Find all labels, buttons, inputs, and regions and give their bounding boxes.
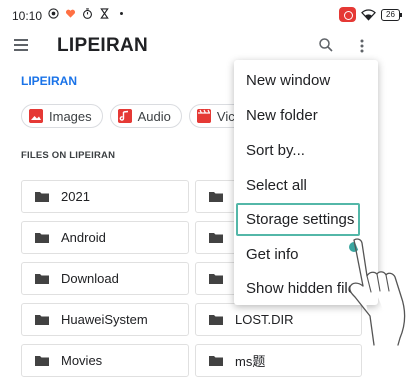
chip-images[interactable]: Images <box>21 104 103 128</box>
folder-icon <box>35 356 49 366</box>
folder-icon <box>35 233 49 243</box>
timer-icon <box>83 8 92 19</box>
folder-icon <box>35 274 49 284</box>
app-bar: LIPEIRAN <box>0 30 412 64</box>
heart-icon <box>65 9 76 18</box>
pointing-hand-icon <box>349 238 406 346</box>
image-icon <box>29 109 43 123</box>
menu-item-get-info[interactable]: Get info <box>246 246 299 263</box>
folder-item[interactable]: HuaweiSystem <box>21 303 189 336</box>
folder-name: 2021 <box>61 189 90 204</box>
folder-icon <box>209 274 223 284</box>
folder-icon <box>209 356 223 366</box>
battery-indicator: 26 <box>381 8 402 21</box>
folder-item[interactable]: Android <box>21 221 189 254</box>
folder-name: ms题 <box>235 354 266 369</box>
chip-label: Audio <box>137 108 171 124</box>
status-icons-right: 26 <box>339 7 402 22</box>
folder-name: Android <box>61 230 106 245</box>
dot-icon <box>120 12 123 15</box>
camera-icon <box>48 8 59 19</box>
chip-label: Vic <box>216 108 235 124</box>
folder-icon <box>35 192 49 202</box>
chip-audio[interactable]: Audio <box>109 104 182 128</box>
hourglass-icon <box>100 8 109 19</box>
audio-icon <box>117 109 132 123</box>
folder-item[interactable]: Download <box>21 262 189 295</box>
menu-item-select-all[interactable]: Select all <box>246 177 307 194</box>
folder-icon <box>209 315 223 325</box>
breadcrumb[interactable]: LIPEIRAN <box>21 74 77 88</box>
search-icon[interactable] <box>318 37 334 53</box>
section-header: FILES ON LIPEIRAN <box>21 150 116 161</box>
page-title: LIPEIRAN <box>57 35 149 56</box>
folder-name: Movies <box>61 353 103 368</box>
chip-label: Images <box>49 108 92 124</box>
more-options-icon[interactable] <box>354 37 370 55</box>
wifi-icon <box>361 8 376 21</box>
status-time: 10:10 <box>12 9 43 23</box>
folder-item[interactable]: 2021 <box>21 180 189 213</box>
folder-icon <box>209 192 223 202</box>
menu-item-new-window[interactable]: New window <box>246 72 330 89</box>
folder-name: HuaweiSystem <box>61 312 148 327</box>
filter-chips: Images Audio Vic <box>21 104 246 128</box>
screen-record-icon <box>339 7 356 22</box>
folder-name: Download <box>61 271 119 286</box>
folder-icon <box>209 233 223 243</box>
folder-item[interactable]: Movies <box>21 344 189 377</box>
folder-icon <box>35 315 49 325</box>
menu-item-new-folder[interactable]: New folder <box>246 107 318 124</box>
highlight-box <box>236 203 360 236</box>
hamburger-menu-icon[interactable] <box>14 39 28 51</box>
status-icons-left <box>48 8 127 19</box>
folder-item[interactable]: LOST.DIR <box>195 303 362 336</box>
menu-item-sort-by[interactable]: Sort by... <box>246 142 305 159</box>
status-bar: 10:10 26 <box>0 0 412 30</box>
video-icon <box>196 109 211 123</box>
folder-name: LOST.DIR <box>235 312 294 327</box>
folder-item[interactable]: ms题 <box>195 344 362 377</box>
